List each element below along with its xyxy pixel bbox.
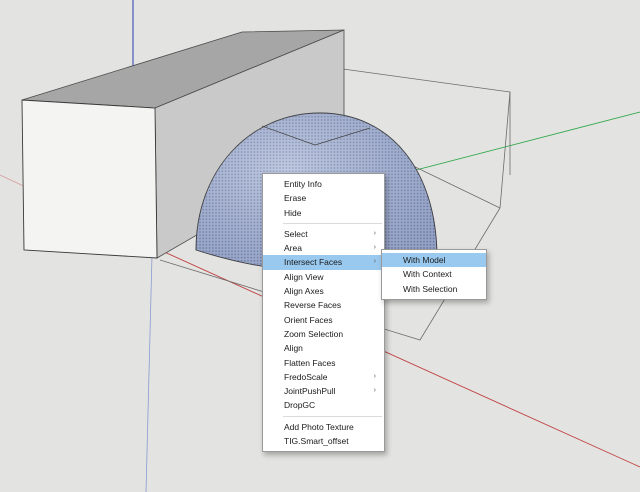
menu-item-entity-info[interactable]: Entity Info <box>263 177 384 191</box>
menu-item-label: JointPushPull <box>284 386 336 397</box>
menu-item-reverse-faces[interactable]: Reverse Faces <box>263 298 384 312</box>
context-menu: Entity Info Erase Hide Select › Area › Int… <box>262 173 385 453</box>
menu-item-zoom-selection[interactable]: Zoom Selection <box>263 327 384 341</box>
menu-item-erase[interactable]: Erase <box>263 191 384 205</box>
submenu-item-with-model[interactable]: With Model <box>382 253 486 268</box>
box-front-face <box>21 99 158 259</box>
menu-item-align-view[interactable]: Align View <box>263 270 384 284</box>
menu-item-jointpushpull[interactable]: JointPushPull › <box>263 384 384 398</box>
menu-item-intersect-faces[interactable]: Intersect Faces › <box>263 255 384 270</box>
intersect-faces-submenu: With Model With Context With Selection <box>381 249 487 300</box>
chevron-right-icon: › <box>373 229 376 237</box>
menu-item-tig-smart-offset[interactable]: TIG.Smart_offset <box>263 434 384 448</box>
chevron-right-icon: › <box>373 244 376 252</box>
chevron-right-icon: › <box>373 387 376 395</box>
menu-item-orient-faces[interactable]: Orient Faces <box>263 313 384 327</box>
menu-item-dropgc[interactable]: DropGC <box>263 398 384 412</box>
menu-item-fredoscale[interactable]: FredoScale › <box>263 370 384 384</box>
menu-item-align-axes[interactable]: Align Axes <box>263 284 384 298</box>
menu-item-label: Select <box>284 228 308 239</box>
menu-separator <box>283 222 382 224</box>
blue-axis-dashed <box>145 254 153 492</box>
submenu-item-with-selection[interactable]: With Selection <box>382 282 486 296</box>
menu-item-label: Area <box>284 243 302 254</box>
chevron-right-icon: › <box>373 372 376 380</box>
menu-item-add-photo-texture[interactable]: Add Photo Texture <box>263 420 384 434</box>
menu-item-area[interactable]: Area › <box>263 241 384 255</box>
menu-item-align[interactable]: Align <box>263 341 384 355</box>
menu-item-label: Intersect Faces <box>284 257 343 268</box>
menu-item-flatten-faces[interactable]: Flatten Faces <box>263 356 384 370</box>
menu-separator <box>283 415 382 417</box>
menu-item-select[interactable]: Select › <box>263 227 384 241</box>
menu-item-hide[interactable]: Hide <box>263 206 384 220</box>
chevron-right-icon: › <box>373 258 376 266</box>
menu-item-label: FredoScale <box>284 371 328 382</box>
submenu-item-with-context[interactable]: With Context <box>382 267 486 281</box>
